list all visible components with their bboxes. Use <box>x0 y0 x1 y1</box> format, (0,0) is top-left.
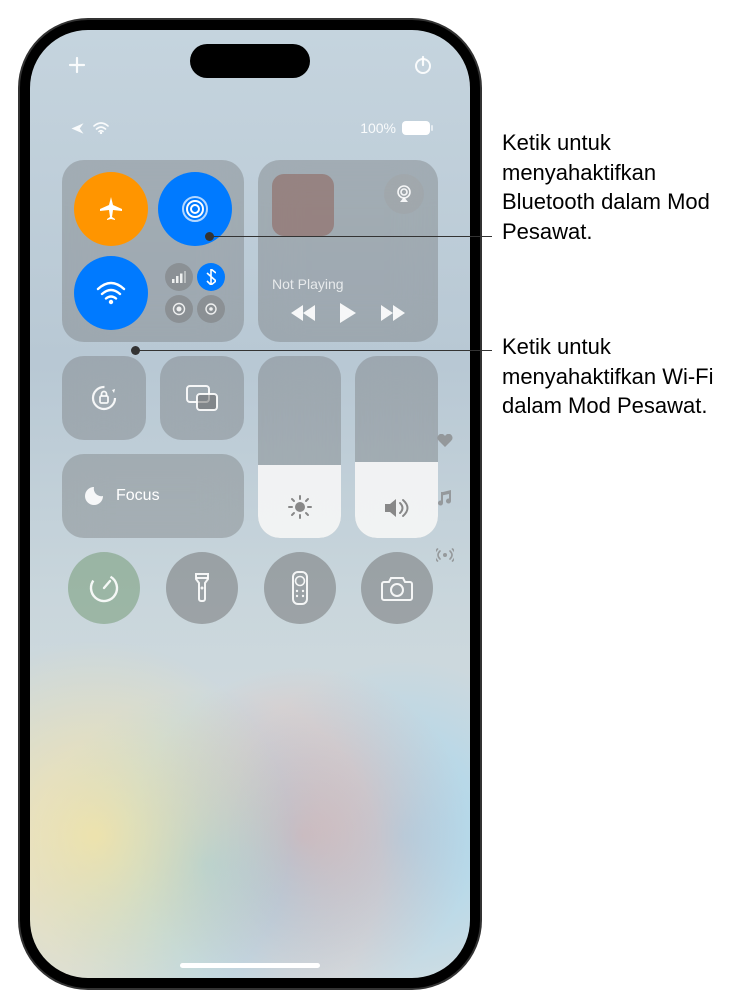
camera-icon <box>380 574 414 602</box>
airdrop-icon <box>180 194 210 224</box>
control-center-screen: 100% <box>30 30 470 978</box>
orientation-lock-button[interactable] <box>62 356 146 440</box>
music-page-icon[interactable] <box>438 490 452 506</box>
camera-cell <box>355 552 438 636</box>
album-art-placeholder <box>272 174 334 236</box>
previous-track-button[interactable] <box>291 304 317 322</box>
wifi-icon <box>96 281 126 305</box>
focus-label: Focus <box>116 487 160 505</box>
brightness-slider[interactable] <box>258 356 341 538</box>
airplay-audio-button[interactable] <box>384 174 424 214</box>
brightness-icon <box>287 494 313 520</box>
power-button[interactable] <box>410 52 436 78</box>
volume-icon <box>383 496 411 520</box>
flashlight-cell <box>160 552 244 636</box>
satellite-icon <box>204 302 218 316</box>
timer-button[interactable] <box>68 552 140 624</box>
next-track-button[interactable] <box>379 304 405 322</box>
airdrop-toggle[interactable] <box>158 172 232 246</box>
callout-wifi: Ketik untuk menyahaktifkan Wi-Fi dalam M… <box>502 332 742 421</box>
airplane-mini-icon <box>70 121 85 136</box>
connectivity-page-icon[interactable] <box>436 548 454 562</box>
connectivity-cluster[interactable] <box>158 256 232 330</box>
page-indicators[interactable] <box>436 434 454 562</box>
screen-mirroring-button[interactable] <box>160 356 244 440</box>
callout-bluetooth: Ketik untuk menyahaktifkan Bluetooth dal… <box>502 128 742 247</box>
flashlight-button[interactable] <box>166 552 238 624</box>
connectivity-panel[interactable] <box>62 160 244 342</box>
remote-cell <box>258 552 341 636</box>
add-button[interactable] <box>64 52 90 78</box>
status-bar: 100% <box>30 120 470 136</box>
wifi-mini-icon <box>93 122 109 134</box>
wifi-toggle[interactable] <box>74 256 148 330</box>
apple-tv-remote-button[interactable] <box>264 552 336 624</box>
camera-button[interactable] <box>361 552 433 624</box>
airplane-icon <box>96 194 126 224</box>
screen-mirroring-icon <box>185 384 219 412</box>
timer-icon <box>87 571 121 605</box>
dynamic-island <box>190 44 310 78</box>
callout-line-wifi <box>136 350 492 351</box>
cellular-toggle[interactable] <box>165 263 193 291</box>
orientation-lock-icon <box>88 382 120 414</box>
battery-percent: 100% <box>360 120 396 136</box>
timer-cell <box>62 552 146 636</box>
home-indicator[interactable] <box>180 963 320 968</box>
hotspot-icon <box>171 301 187 317</box>
satellite-toggle[interactable] <box>197 295 225 323</box>
media-panel[interactable]: Not Playing <box>258 160 438 342</box>
iphone-device-frame: 100% <box>20 20 480 988</box>
play-button[interactable] <box>338 302 358 324</box>
control-center-grid: Not Playing <box>62 160 438 636</box>
cellular-icon <box>172 271 186 283</box>
media-status-label: Not Playing <box>272 276 424 292</box>
remote-icon <box>292 571 308 605</box>
focus-button[interactable]: Focus <box>62 454 244 538</box>
airplay-icon <box>394 185 414 203</box>
flashlight-icon <box>193 571 211 605</box>
volume-slider[interactable] <box>355 356 438 538</box>
favorites-page-icon[interactable] <box>437 434 453 448</box>
moon-icon <box>80 484 104 508</box>
airplane-mode-toggle[interactable] <box>74 172 148 246</box>
battery-icon <box>402 121 430 135</box>
bluetooth-icon <box>206 269 216 285</box>
hotspot-toggle[interactable] <box>165 295 193 323</box>
bluetooth-toggle[interactable] <box>197 263 225 291</box>
callout-line-bluetooth <box>210 236 492 237</box>
